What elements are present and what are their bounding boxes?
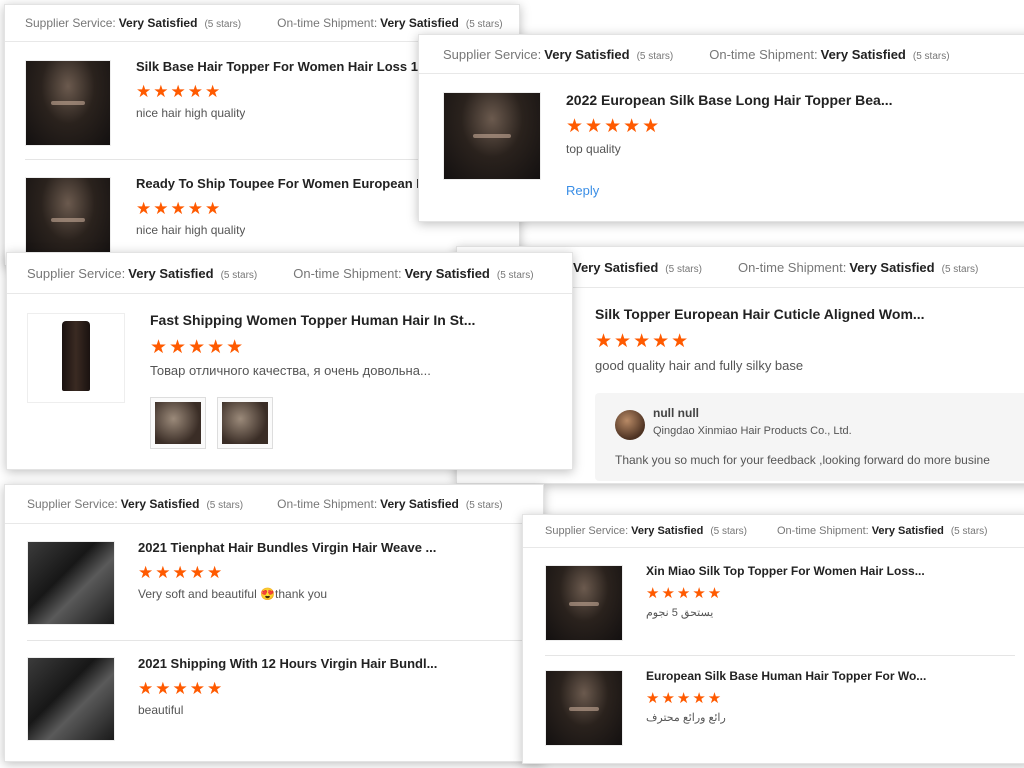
shipment-value: Very Satisfied bbox=[849, 259, 935, 275]
shipment-rating: On-time Shipment: Very Satisfied (5 star… bbox=[277, 497, 502, 511]
supplier-service-label: Supplier Service: bbox=[27, 497, 118, 511]
shipment-label: On-time Shipment: bbox=[737, 259, 847, 275]
review-text: good quality hair and fully silky base bbox=[595, 358, 804, 373]
rating-header: Supplier Service: Very Satisfied (5 star… bbox=[5, 485, 543, 524]
supplier-service-rating: Very Satisfied (5 stars) bbox=[573, 260, 702, 275]
star-rating: ★★★★★ bbox=[138, 679, 225, 698]
supplier-service-value: Very Satisfied bbox=[120, 497, 200, 511]
shipment-rating: On-time Shipment: Very Satisfied (5 star… bbox=[293, 266, 533, 281]
rating-header: Supplier Service: Very Satisfied (5 star… bbox=[523, 515, 1024, 548]
supplier-stars-count: (5 stars) bbox=[636, 50, 674, 62]
supplier-stars-count: (5 stars) bbox=[665, 263, 702, 275]
supplier-service-value: Very Satisfied bbox=[631, 525, 704, 537]
shipment-value: Very Satisfied bbox=[820, 46, 906, 62]
shipment-label: On-time Shipment: bbox=[277, 497, 378, 511]
divider bbox=[27, 640, 523, 641]
supplier-service-value: Very Satisfied bbox=[573, 259, 659, 275]
supplier-company-name: Qingdao Xinmiao Hair Products Co., Ltd. bbox=[653, 425, 852, 437]
product-title[interactable]: Ready To Ship Toupee For Women European … bbox=[136, 176, 436, 191]
product-thumbnail[interactable] bbox=[25, 177, 111, 263]
supplier-reply-name: null null bbox=[653, 406, 699, 420]
review-text: Товар отличного качества, я очень доволь… bbox=[150, 363, 431, 378]
rating-header: Supplier Service: Very Satisfied (5 star… bbox=[7, 253, 572, 294]
supplier-stars-count: (5 stars) bbox=[710, 526, 747, 537]
shipment-stars-count: (5 stars) bbox=[941, 263, 979, 275]
product-thumbnail[interactable] bbox=[27, 657, 115, 741]
review-text: top quality bbox=[566, 142, 621, 156]
shipment-rating: On-time Shipment: Very Satisfied (5 star… bbox=[777, 525, 988, 537]
product-title[interactable]: European Silk Base Human Hair Topper For… bbox=[646, 669, 946, 683]
supplier-service-label: Supplier Service: bbox=[545, 525, 629, 537]
product-title[interactable]: Xin Miao Silk Top Topper For Women Hair … bbox=[646, 564, 946, 578]
star-rating: ★★★★★ bbox=[595, 331, 691, 352]
star-rating: ★★★★★ bbox=[646, 585, 724, 602]
product-thumbnail[interactable] bbox=[545, 565, 623, 641]
product-title[interactable]: 2021 Tienphat Hair Bundles Virgin Hair W… bbox=[138, 540, 458, 555]
product-title[interactable]: 2022 European Silk Base Long Hair Topper… bbox=[566, 92, 906, 108]
supplier-service-rating: Supplier Service: Very Satisfied (5 star… bbox=[27, 266, 257, 281]
shipment-value: Very Satisfied bbox=[871, 525, 944, 537]
shipment-value: Very Satisfied bbox=[404, 265, 490, 281]
supplier-service-value: Very Satisfied bbox=[128, 265, 214, 281]
rating-header: Supplier Service: Very Satisfied (5 star… bbox=[419, 35, 1024, 74]
product-title[interactable]: Silk Topper European Hair Cuticle Aligne… bbox=[595, 306, 955, 322]
review-photo-thumbnail[interactable] bbox=[217, 397, 273, 449]
shipment-rating: On-time Shipment: Very Satisfied (5 star… bbox=[738, 260, 978, 275]
star-rating: ★★★★★ bbox=[646, 690, 724, 707]
supplier-reply-message: Thank you so much for your feedback ,loo… bbox=[615, 453, 990, 467]
review-card-6: Supplier Service: Very Satisfied (5 star… bbox=[522, 514, 1024, 764]
shipment-label: On-time Shipment: bbox=[293, 265, 402, 281]
product-thumbnail[interactable] bbox=[545, 670, 623, 746]
supplier-avatar bbox=[615, 410, 645, 440]
supplier-reply-box: null null Qingdao Xinmiao Hair Products … bbox=[595, 393, 1024, 481]
product-thumbnail[interactable] bbox=[27, 313, 125, 403]
shipment-stars-count: (5 stars) bbox=[496, 269, 534, 281]
supplier-service-rating: Supplier Service: Very Satisfied (5 star… bbox=[545, 525, 747, 537]
review-text: رائع ورائع محترف bbox=[646, 712, 726, 724]
shipment-stars-count: (5 stars) bbox=[912, 50, 950, 62]
supplier-service-value: Very Satisfied bbox=[544, 46, 630, 62]
shipment-label: On-time Shipment: bbox=[709, 46, 818, 62]
review-card-3: Supplier Service: Very Satisfied (5 star… bbox=[6, 252, 573, 470]
divider bbox=[545, 655, 1015, 656]
review-text: يستحق 5 نجوم bbox=[646, 607, 714, 619]
star-rating: ★★★★★ bbox=[138, 563, 225, 582]
review-photo-thumbnail[interactable] bbox=[150, 397, 206, 449]
review-card-2: Supplier Service: Very Satisfied (5 star… bbox=[418, 34, 1024, 222]
shipment-stars-count: (5 stars) bbox=[950, 526, 988, 537]
shipment-value: Very Satisfied bbox=[380, 497, 459, 511]
review-card-5: Supplier Service: Very Satisfied (5 star… bbox=[4, 484, 544, 762]
star-rating: ★★★★★ bbox=[150, 337, 246, 358]
product-thumbnail[interactable] bbox=[27, 541, 115, 625]
supplier-stars-count: (5 stars) bbox=[220, 269, 258, 281]
supplier-service-label: Supplier Service: bbox=[443, 46, 542, 62]
star-rating: ★★★★★ bbox=[136, 199, 223, 218]
shipment-label: On-time Shipment: bbox=[776, 525, 869, 537]
shipment-rating: On-time Shipment: Very Satisfied (5 star… bbox=[709, 47, 949, 62]
review-text: Very soft and beautiful 😍thank you bbox=[138, 587, 328, 601]
supplier-service-label: Supplier Service: bbox=[27, 265, 126, 281]
product-title[interactable]: 2021 Shipping With 12 Hours Virgin Hair … bbox=[138, 656, 458, 671]
star-rating: ★★★★★ bbox=[566, 116, 662, 137]
review-text: beautiful bbox=[138, 703, 184, 717]
supplier-service-rating: Supplier Service: Very Satisfied (5 star… bbox=[27, 497, 243, 511]
review-text: nice hair high quality bbox=[136, 223, 246, 237]
shipment-stars-count: (5 stars) bbox=[465, 500, 503, 511]
product-title[interactable]: Fast Shipping Women Topper Human Hair In… bbox=[150, 312, 490, 328]
supplier-service-rating: Supplier Service: Very Satisfied (5 star… bbox=[443, 47, 673, 62]
product-thumbnail[interactable] bbox=[443, 92, 541, 180]
reply-link[interactable]: Reply bbox=[566, 183, 599, 198]
supplier-stars-count: (5 stars) bbox=[206, 500, 244, 511]
